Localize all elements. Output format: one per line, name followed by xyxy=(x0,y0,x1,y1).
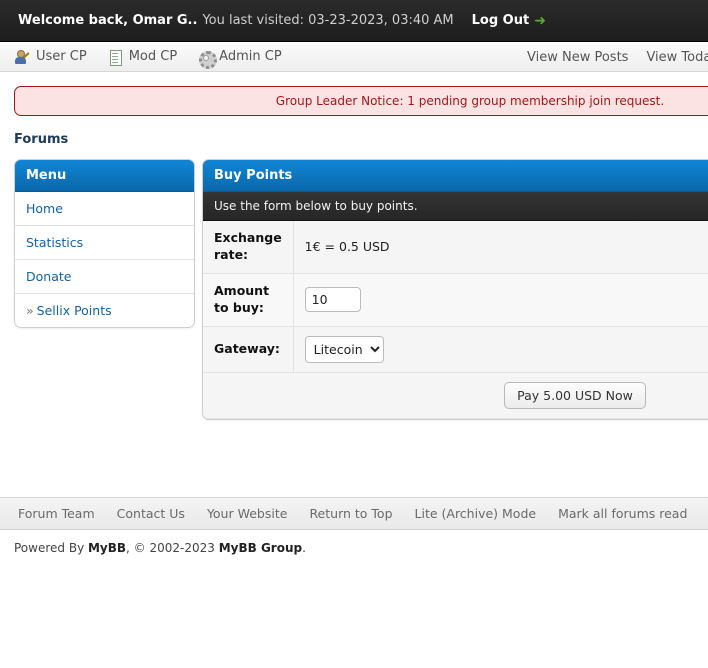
nav-right-group: View New Posts View Today's xyxy=(527,42,708,72)
amount-to-buy-cell xyxy=(293,273,708,327)
sidebar-menu-panel: Menu Home Statistics Donate » Sellix Poin… xyxy=(14,159,195,328)
nav-admin-cp[interactable]: Admin CP xyxy=(197,49,282,69)
footer-link-mark-all-forums-read[interactable]: Mark all forums read xyxy=(558,506,687,521)
group-leader-notice-text: Group Leader Notice: 1 pending group mem… xyxy=(275,94,665,108)
breadcrumb: Forums xyxy=(14,132,708,147)
exchange-rate-label: Exchange rate: xyxy=(203,221,294,274)
footer-link-your-website[interactable]: Your Website xyxy=(207,506,288,521)
two-column-layout: Menu Home Statistics Donate » Sellix Poin… xyxy=(14,159,708,420)
exchange-rate-value: 1€ = 0.5 USD xyxy=(304,239,390,255)
sidebar-item-donate-label: Donate xyxy=(26,269,72,284)
nav-user-cp[interactable]: User CP xyxy=(14,49,87,65)
footer-links: Forum Team Contact Us Your Website Retur… xyxy=(0,497,708,530)
powered-by-brand: MyBB xyxy=(87,541,127,555)
nav-admin-cp-label: Admin CP xyxy=(219,49,282,64)
nav-view-todays-posts[interactable]: View Today's xyxy=(646,50,708,65)
nav-mod-cp[interactable]: Mod CP xyxy=(107,49,178,66)
gateway-select[interactable]: Litecoin xyxy=(304,335,384,363)
nav-user-cp-label: User CP xyxy=(36,49,87,64)
sidebar-item-statistics-label: Statistics xyxy=(26,235,84,250)
nav-mod-cp-label: Mod CP xyxy=(128,49,178,64)
table-row-exchange-rate: Exchange rate: 1€ = 0.5 USD xyxy=(203,221,708,274)
footer-link-lite-archive-mode[interactable]: Lite (Archive) Mode xyxy=(415,506,537,521)
sidebar-title: Menu xyxy=(15,160,194,192)
pay-now-button[interactable]: Pay 5.00 USD Now xyxy=(504,381,646,409)
table-row-submit: Pay 5.00 USD Now xyxy=(203,372,708,419)
group-leader-notice: Group Leader Notice: 1 pending group mem… xyxy=(14,86,708,116)
buy-points-title: Buy Points xyxy=(203,160,708,192)
powered-by-copyright: , © 2002-2023 xyxy=(126,541,219,555)
admin-cp-icon xyxy=(197,49,218,69)
gateway-cell: Litecoin xyxy=(293,326,708,373)
submit-row-cell: Pay 5.00 USD Now xyxy=(203,372,708,419)
chevron-right-icon: » xyxy=(26,303,34,318)
gateway-label: Gateway: xyxy=(203,326,294,373)
footer: Forum Team Contact Us Your Website Retur… xyxy=(0,497,708,566)
logout-link[interactable]: Log Out xyxy=(472,13,530,28)
amount-to-buy-label: Amount to buy: xyxy=(203,273,294,327)
powered-by-suffix: . xyxy=(302,541,306,555)
amount-to-buy-input[interactable] xyxy=(304,287,361,313)
table-row-amount: Amount to buy: xyxy=(203,273,708,327)
nav-left-group: User CP Mod CP Admin CP xyxy=(14,49,282,69)
welcome-panel-bar: Welcome back, Omar G.. You last visited:… xyxy=(0,0,708,42)
sidebar-item-statistics[interactable]: Statistics xyxy=(15,226,194,260)
powered-by-group: MyBB Group xyxy=(218,541,303,555)
user-cp-icon xyxy=(14,49,30,65)
footer-link-return-to-top[interactable]: Return to Top xyxy=(309,506,392,521)
powered-by-prefix: Powered By xyxy=(14,541,88,555)
sidebar-item-sellix-points[interactable]: » Sellix Points xyxy=(15,294,194,327)
logout-arrow-icon: ➜ xyxy=(534,12,546,29)
sidebar-item-home-label: Home xyxy=(26,201,63,216)
breadcrumb-forums-link[interactable]: Forums xyxy=(14,132,68,147)
exchange-rate-cell: 1€ = 0.5 USD xyxy=(293,221,708,274)
sidebar-item-home[interactable]: Home xyxy=(15,192,194,226)
content-container: Group Leader Notice: 1 pending group mem… xyxy=(0,86,708,420)
table-row-gateway: Gateway: Litecoin xyxy=(203,326,708,373)
footer-link-contact-us[interactable]: Contact Us xyxy=(117,506,185,521)
mod-cp-icon xyxy=(107,49,123,66)
sidebar-item-donate[interactable]: Donate xyxy=(15,260,194,294)
footer-link-forum-team[interactable]: Forum Team xyxy=(18,506,95,521)
sidebar-item-sellix-points-label: Sellix Points xyxy=(36,303,112,318)
buy-points-panel: Buy Points Use the form below to buy poi… xyxy=(202,159,708,420)
nav-view-new-posts[interactable]: View New Posts xyxy=(527,50,628,65)
buy-points-form: Exchange rate: 1€ = 0.5 USD Amount to bu… xyxy=(203,221,708,419)
powered-by-text: Powered By MyBB, © 2002-2023 MyBB Group. xyxy=(0,530,708,566)
welcome-greeting: Welcome back, Omar G.. xyxy=(18,13,198,28)
buy-points-subtitle: Use the form below to buy points. xyxy=(203,192,708,221)
page-root: Welcome back, Omar G.. You last visited:… xyxy=(0,0,708,555)
last-visited-text: You last visited: 03-23-2023, 03:40 AM xyxy=(202,13,454,28)
